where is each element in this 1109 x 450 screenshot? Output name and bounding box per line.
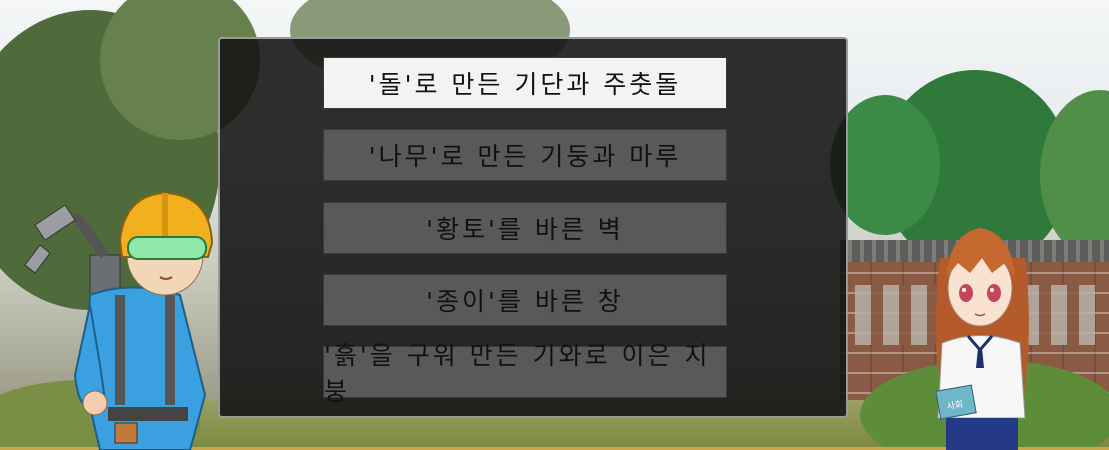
answer-option-4[interactable]: '종이'를 바른 창 — [323, 274, 727, 326]
answer-option-5[interactable]: '흙'을 구워 만든 기와로 이은 지붕 — [323, 341, 727, 406]
answer-option-1[interactable]: '돌'로 만든 기단과 주춧돌 — [323, 57, 727, 109]
answer-option-3[interactable]: '황토'를 바른 벽 — [323, 202, 727, 254]
worker-character — [24, 191, 214, 450]
student-character: 사회 — [935, 228, 1029, 450]
answer-option-2[interactable]: '나무'로 만든 기둥과 마루 — [323, 129, 727, 181]
quiz-choice-panel: '돌'로 만든 기단과 주춧돌 '나무'로 만든 기둥과 마루 '황토'를 바른… — [218, 37, 848, 418]
book-icon: 사회 — [935, 384, 977, 420]
